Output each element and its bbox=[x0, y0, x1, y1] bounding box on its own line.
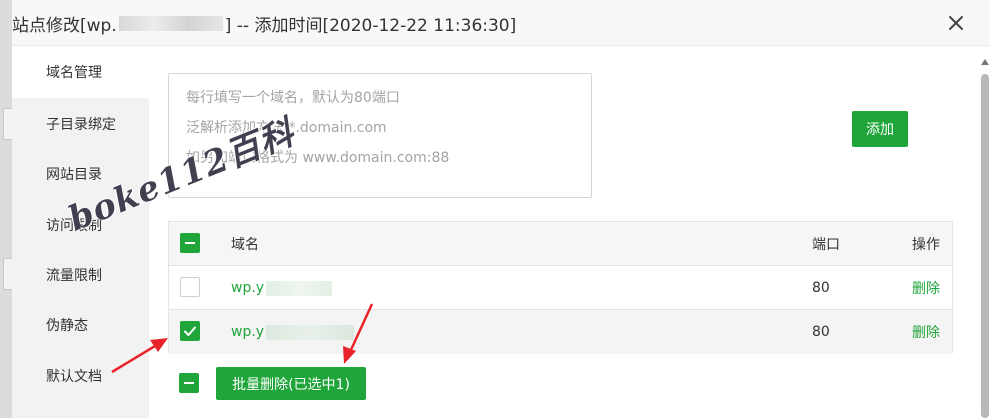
sidebar-item-label: 伪静态 bbox=[46, 318, 88, 334]
domain-table: 域名 端口 操作 wp.y 80 删除 wp.y 80 删除 bbox=[168, 221, 953, 354]
row-delete-link[interactable]: 删除 bbox=[912, 310, 940, 354]
background-element bbox=[3, 258, 12, 290]
table-row: wp.y 80 删除 bbox=[169, 266, 952, 310]
sidebar-item-pseudo-static[interactable]: 伪静态 bbox=[12, 299, 149, 351]
row-domain: wp.y bbox=[231, 310, 355, 354]
dialog-titlebar: 站点修改[wp. ] -- 添加时间[2020-12-22 11:36:30] bbox=[12, 0, 990, 46]
scroll-up-icon[interactable] bbox=[981, 59, 989, 65]
row-port: 80 bbox=[812, 324, 830, 340]
site-edit-dialog: 站点修改[wp. ] -- 添加时间[2020-12-22 11:36:30] 域… bbox=[12, 0, 990, 418]
header-domain: 域名 bbox=[231, 237, 259, 253]
table-header: 域名 端口 操作 bbox=[169, 222, 952, 266]
placeholder-line: 泛解析添加方法 *.domain.com bbox=[186, 120, 387, 136]
placeholder-line: 每行填写一个域名，默认为80端口 bbox=[186, 90, 400, 106]
checkmark-icon bbox=[184, 326, 196, 336]
close-button[interactable] bbox=[942, 9, 970, 37]
domain-link[interactable]: wp.y bbox=[231, 324, 264, 340]
sidebar-item-label: 默认文档 bbox=[46, 369, 102, 385]
domain-textarea[interactable]: 每行填写一个域名，默认为80端口 泛解析添加方法 *.domain.com 如另… bbox=[168, 73, 592, 198]
dialog-title: 站点修改[wp. ] -- 添加时间[2020-12-22 11:36:30] bbox=[12, 0, 516, 46]
delete-link-label: 删除 bbox=[912, 325, 940, 341]
scroll-thumb[interactable] bbox=[981, 74, 989, 418]
sidebar-item-label: 子目录绑定 bbox=[46, 117, 116, 133]
row-checkbox[interactable] bbox=[180, 277, 200, 297]
footer-select-all-checkbox[interactable] bbox=[179, 373, 199, 393]
dialog-title-prefix: 站点修改[wp. bbox=[12, 15, 117, 36]
redacted-domain bbox=[118, 15, 223, 31]
domain-management-panel: 每行填写一个域名，默认为80端口 泛解析添加方法 *.domain.com 如另… bbox=[149, 46, 979, 418]
sidebar-item-traffic-limit[interactable]: 流量限制 bbox=[12, 249, 149, 301]
sidebar-item-label: 域名管理 bbox=[46, 65, 102, 81]
domain-link[interactable]: wp.y bbox=[231, 280, 264, 296]
sidebar-item-label: 访问限制 bbox=[46, 218, 102, 234]
close-icon bbox=[949, 16, 963, 30]
sidebar-item-access-restriction[interactable]: 访问限制 bbox=[12, 199, 149, 251]
row-port: 80 bbox=[812, 280, 830, 296]
sidebar-item-label: 流量限制 bbox=[46, 268, 102, 284]
row-checkbox[interactable] bbox=[180, 321, 200, 341]
background-element bbox=[3, 108, 12, 140]
redacted-domain bbox=[266, 324, 355, 340]
placeholder-line: 如另加端口格式为 www.domain.com:88 bbox=[186, 150, 450, 166]
table-row: wp.y 80 删除 bbox=[169, 310, 952, 354]
sidebar-item-site-directory[interactable]: 网站目录 bbox=[12, 148, 149, 200]
delete-link-label: 删除 bbox=[912, 281, 940, 297]
sidebar-item-domain-management[interactable]: 域名管理 bbox=[12, 46, 149, 98]
sidebar-nav: 域名管理 子目录绑定 网站目录 访问限制 流量限制 伪静态 默认文档 bbox=[12, 46, 149, 418]
redacted-domain bbox=[266, 280, 333, 296]
vertical-scrollbar[interactable] bbox=[979, 46, 990, 418]
sidebar-item-label: 网站目录 bbox=[46, 167, 102, 183]
header-port: 端口 bbox=[812, 237, 840, 253]
select-all-checkbox[interactable] bbox=[180, 233, 200, 253]
sidebar-item-subdirectory-binding[interactable]: 子目录绑定 bbox=[12, 98, 149, 150]
batch-delete-button[interactable]: 批量删除(已选中1) bbox=[216, 367, 366, 400]
row-delete-link[interactable]: 删除 bbox=[912, 266, 940, 310]
sidebar-item-default-document[interactable]: 默认文档 bbox=[12, 350, 149, 402]
header-action: 操作 bbox=[912, 237, 940, 253]
add-domain-button[interactable]: 添加 bbox=[852, 111, 908, 147]
dialog-title-suffix: ] -- 添加时间[2020-12-22 11:36:30] bbox=[224, 15, 517, 36]
row-domain: wp.y bbox=[231, 266, 333, 310]
background-page-edge bbox=[0, 0, 12, 418]
